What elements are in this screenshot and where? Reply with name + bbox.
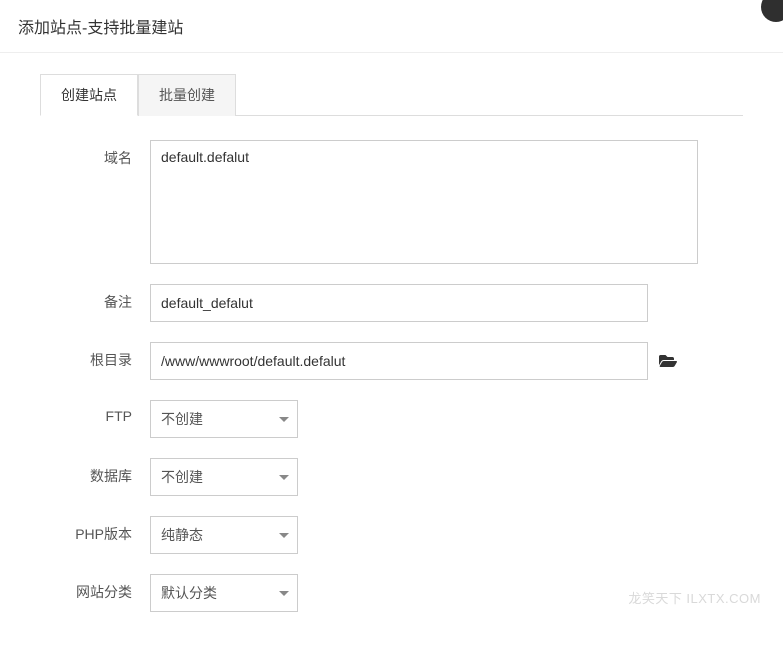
label-domain: 域名 [40, 140, 150, 168]
watermark-text: 龙笑天下 ILXTX.COM [628, 588, 761, 607]
label-category: 网站分类 [40, 574, 150, 602]
remark-input[interactable] [150, 284, 648, 322]
label-remark: 备注 [40, 284, 150, 312]
domain-textarea[interactable]: default.defalut [150, 140, 698, 264]
modal-title: 添加站点-支持批量建站 [18, 14, 765, 38]
category-select-value: 默认分类 [161, 583, 217, 603]
php-select-value: 纯静态 [161, 525, 203, 545]
row-ftp: FTP 不创建 [40, 400, 743, 438]
ftp-select[interactable]: 不创建 [150, 400, 298, 438]
database-select-value: 不创建 [161, 467, 203, 487]
tab-create-site[interactable]: 创建站点 [40, 74, 138, 116]
modal-body: 创建站点 批量创建 域名 default.defalut 备注 根目录 FTP … [0, 53, 783, 652]
label-php: PHP版本 [40, 516, 150, 544]
row-php: PHP版本 纯静态 [40, 516, 743, 554]
folder-open-icon[interactable] [658, 353, 678, 369]
label-root: 根目录 [40, 342, 150, 370]
database-select[interactable]: 不创建 [150, 458, 298, 496]
category-select[interactable]: 默认分类 [150, 574, 298, 612]
php-select[interactable]: 纯静态 [150, 516, 298, 554]
ftp-select-value: 不创建 [161, 409, 203, 429]
tab-bar: 创建站点 批量创建 [40, 73, 743, 116]
row-root: 根目录 [40, 342, 743, 380]
row-remark: 备注 [40, 284, 743, 322]
root-input[interactable] [150, 342, 648, 380]
tab-batch-create[interactable]: 批量创建 [138, 74, 236, 116]
label-database: 数据库 [40, 458, 150, 486]
modal-header: 添加站点-支持批量建站 [0, 0, 783, 53]
row-database: 数据库 不创建 [40, 458, 743, 496]
row-domain: 域名 default.defalut [40, 140, 743, 264]
label-ftp: FTP [40, 400, 150, 424]
